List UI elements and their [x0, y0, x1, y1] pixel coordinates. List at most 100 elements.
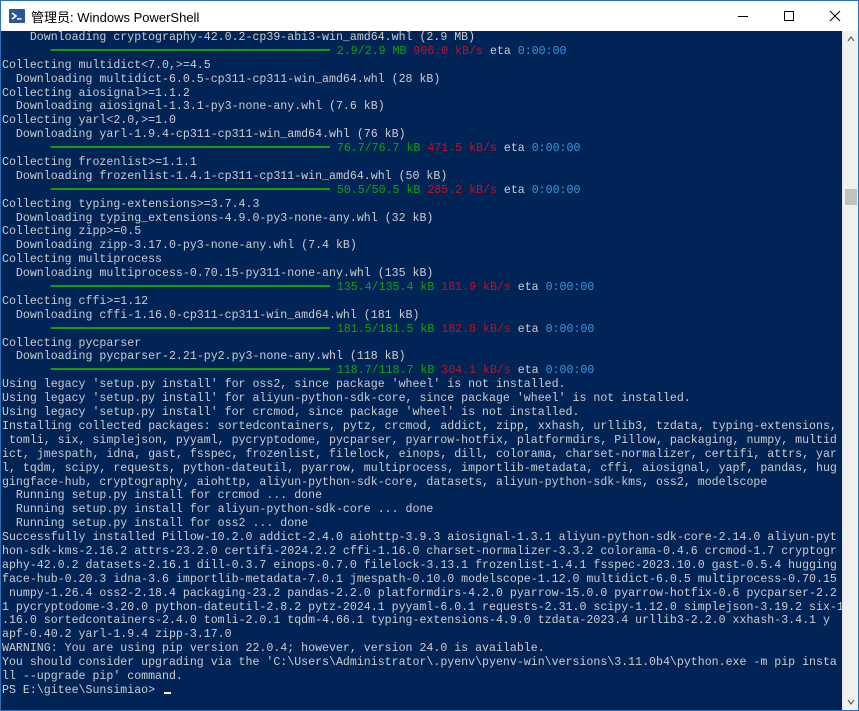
console-text-segment: 76.7/76.7 kB — [336, 142, 421, 156]
console-text-segment: tomli, six, simplejson, pyyaml, pycrypto… — [2, 433, 837, 447]
console-text-segment: 304.1 kB/s — [434, 364, 511, 378]
console-text-segment: 0:00:00 — [531, 183, 581, 197]
console-line: Collecting frozenlist>=1.1.1 — [2, 156, 842, 170]
console-line: Collecting typing-extensions>=3.7.4.3 — [2, 198, 842, 212]
console-text-segment: Collecting multiprocess — [2, 253, 163, 267]
console-line: Using legacy 'setup.py install' for aliy… — [2, 392, 842, 406]
console-line: Downloading pycparser-2.21-py2.py3-none-… — [2, 350, 842, 364]
console-text-segment — [2, 45, 51, 58]
console-text-segment: aphy-42.0.2 datasets-2.16.1 dill-0.3.7 e… — [2, 558, 837, 572]
console-text-segment: ━━━━━━━━━━━━━━━━━━━━━━━━━━━━━━━━━━━━━━━━ — [50, 364, 337, 378]
console-text-segment: Collecting yarl<2.0,>=1.0 — [2, 114, 176, 128]
console-lines: Downloading cryptography-42.0.2-cp39-abi… — [2, 31, 842, 698]
console-text-segment: Downloading pycparser-2.21-py2.py3-none-… — [2, 350, 406, 364]
console-text-segment: l, tqdm, scipy, requests, python-dateuti… — [2, 461, 837, 475]
console-line: Running setup.py install for crcmod ... … — [2, 489, 842, 503]
console-line: Collecting yarl<2.0,>=1.0 — [2, 114, 842, 128]
console-line: Downloading typing_extensions-4.9.0-py3-… — [2, 212, 842, 226]
window-title: 管理员: Windows PowerShell — [31, 9, 200, 25]
console-line: Downloading yarl-1.9.4-cp311-cp311-win_a… — [2, 128, 842, 142]
console-text-segment — [2, 184, 51, 197]
close-icon — [829, 10, 841, 22]
console-line: gingface-hub, cryptography, aiohttp, ali… — [2, 476, 842, 490]
console-text-segment: 471.5 kB/s — [420, 142, 497, 156]
console-text-segment: Collecting zipp>=0.5 — [2, 225, 142, 239]
console-text-segment: Collecting typing-extensions>=3.7.4.3 — [2, 197, 260, 211]
console-text-segment: hon-sdk-kms-2.16.2 attrs-23.2.0 certifi-… — [2, 544, 837, 558]
console-line: ━━━━━━━━━━━━━━━━━━━━━━━━━━━━━━━━━━━━━━━━… — [2, 323, 842, 337]
vertical-scrollbar[interactable] — [842, 31, 858, 710]
console-text-segment: Downloading cffi-1.16.0-cp311-cp311-win_… — [2, 308, 420, 322]
console-line: Downloading multidict-6.0.5-cp311-cp311-… — [2, 73, 842, 87]
console-text-segment: Collecting cffi>=1.12 — [2, 294, 149, 308]
console-line: hon-sdk-kms-2.16.2 attrs-23.2.0 certifi-… — [2, 545, 842, 559]
console-text-segment: Using legacy 'setup.py install' for crcm… — [2, 406, 580, 420]
window-controls — [720, 1, 858, 31]
console-text-segment: numpy-1.26.4 oss2-2.18.4 packaging-23.2 … — [2, 586, 837, 600]
console-line: Downloading zipp-3.17.0-py3-none-any.whl… — [2, 239, 842, 253]
console-line: Running setup.py install for oss2 ... do… — [2, 517, 842, 531]
console-text-segment: Downloading zipp-3.17.0-py3-none-any.whl… — [2, 239, 357, 253]
console-text-segment: Collecting multidict<7.0,>=4.5 — [2, 58, 211, 72]
console-text-segment — [2, 281, 51, 294]
console-text-segment: Using legacy 'setup.py install' for aliy… — [2, 392, 691, 406]
console-text-segment: Downloading multiprocess-0.70.15-py311-n… — [2, 267, 434, 281]
console-text-segment: 0:00:00 — [531, 142, 581, 156]
powershell-window: 管理员: Windows PowerShell Downloading cryp… — [0, 0, 859, 711]
console-text-segment: 0:00:00 — [517, 44, 567, 58]
console-text-segment: 906.0 kB/s — [406, 44, 483, 58]
console-line: Collecting multidict<7.0,>=4.5 — [2, 59, 842, 73]
console-output[interactable]: Downloading cryptography-42.0.2-cp39-abi… — [1, 31, 842, 710]
console-line: Collecting zipp>=0.5 — [2, 225, 842, 239]
console-text-segment: 0:00:00 — [545, 281, 595, 295]
console-line: Running setup.py install for aliyun-pyth… — [2, 503, 842, 517]
console-text-segment: ict, jmespath, idna, gast, fsspec, froze… — [2, 447, 837, 461]
console-text-segment: 181.9 kB/s — [434, 281, 511, 295]
scrollbar-thumb[interactable] — [845, 189, 857, 205]
console-text-segment: .16.0 sortedcontainers-2.4.0 tomli-2.0.1… — [2, 614, 830, 628]
console-text-segment: Running setup.py install for crcmod ... … — [2, 489, 323, 503]
console-line: ll --upgrade pip' command. — [2, 670, 842, 684]
minimize-button[interactable] — [720, 1, 766, 31]
console-text-segment: PS E:\gitee\Sunsimiao> — [2, 683, 163, 697]
console-line: Using legacy 'setup.py install' for crcm… — [2, 406, 842, 420]
console-text-segment: eta — [510, 364, 546, 378]
console-line: Downloading aiosignal-1.3.1-py3-none-any… — [2, 100, 842, 114]
console-text-segment: 1 pycryptodome-3.20.0 python-dateutil-2.… — [2, 600, 842, 614]
console-text-segment: ll --upgrade pip' command. — [2, 669, 183, 683]
console-text-segment — [2, 323, 51, 336]
console-text-segment — [2, 364, 51, 377]
console-line: ━━━━━━━━━━━━━━━━━━━━━━━━━━━━━━━━━━━━━━━━… — [2, 45, 842, 59]
scroll-up-button[interactable] — [843, 31, 859, 47]
console-line: l, tqdm, scipy, requests, python-dateuti… — [2, 462, 842, 476]
close-button[interactable] — [812, 1, 858, 31]
console-text-segment: eta — [496, 183, 532, 197]
console-text-segment: Using legacy 'setup.py install' for oss2… — [2, 378, 566, 392]
console-text-segment: Downloading aiosignal-1.3.1-py3-none-any… — [2, 100, 385, 114]
maximize-button[interactable] — [766, 1, 812, 31]
console-text-segment: Successfully installed Pillow-10.2.0 add… — [2, 531, 837, 545]
chevron-down-icon — [847, 699, 855, 705]
console-text-segment: 182.8 kB/s — [434, 322, 511, 336]
console-line: Collecting aiosignal>=1.1.2 — [2, 87, 842, 101]
console-line: aphy-42.0.2 datasets-2.16.1 dill-0.3.7 e… — [2, 559, 842, 573]
console-text-segment: 50.5/50.5 kB — [336, 183, 421, 197]
console-line: ━━━━━━━━━━━━━━━━━━━━━━━━━━━━━━━━━━━━━━━━… — [2, 142, 842, 156]
console-line: Installing collected packages: sortedcon… — [2, 420, 842, 434]
console-line: Successfully installed Pillow-10.2.0 add… — [2, 531, 842, 545]
console-text-segment: WARNING: You are using pip version 22.0.… — [2, 642, 545, 656]
minimize-icon — [738, 16, 748, 17]
console-text-segment: gingface-hub, cryptography, aiohttp, ali… — [2, 475, 768, 489]
console-text-segment: Installing collected packages: sortedcon… — [2, 419, 837, 433]
scroll-down-button[interactable] — [843, 694, 859, 710]
text-cursor — [164, 691, 172, 694]
console-line: Downloading cffi-1.16.0-cp311-cp311-win_… — [2, 309, 842, 323]
console-line: 1 pycryptodome-3.20.0 python-dateutil-2.… — [2, 601, 842, 615]
powershell-icon[interactable] — [9, 8, 25, 24]
console-text-segment: ━━━━━━━━━━━━━━━━━━━━━━━━━━━━━━━━━━━━━━━━ — [50, 44, 337, 58]
title-bar[interactable]: 管理员: Windows PowerShell — [1, 1, 858, 31]
console-line: ━━━━━━━━━━━━━━━━━━━━━━━━━━━━━━━━━━━━━━━━… — [2, 184, 842, 198]
console-text-segment: Collecting pycparser — [2, 336, 142, 350]
console-text-segment: ━━━━━━━━━━━━━━━━━━━━━━━━━━━━━━━━━━━━━━━━ — [50, 142, 337, 156]
console-line: Downloading multiprocess-0.70.15-py311-n… — [2, 267, 842, 281]
